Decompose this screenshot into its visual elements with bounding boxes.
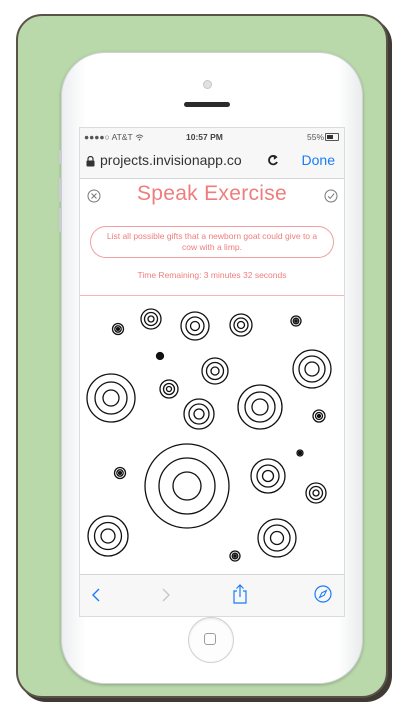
- battery-percent: 55%: [306, 132, 324, 142]
- reload-icon[interactable]: [267, 148, 279, 171]
- exercise-prompt: List all possible gifts that a newborn g…: [90, 226, 334, 258]
- carrier-label: ●●●●○ AT&T: [84, 132, 144, 142]
- browser-toolbar: [80, 574, 344, 616]
- front-camera: [203, 80, 212, 89]
- volume-up-button: [59, 178, 62, 202]
- done-button[interactable]: Done: [302, 152, 335, 168]
- back-icon[interactable]: [90, 587, 102, 608]
- mute-switch: [59, 150, 62, 164]
- home-button[interactable]: [188, 617, 234, 663]
- forward-icon[interactable]: [160, 587, 172, 608]
- earpiece-speaker: [184, 102, 230, 107]
- wifi-icon: [135, 132, 144, 142]
- phone-screen: ●●●●○ AT&T 10:57 PM 55% projects.invisio…: [79, 127, 345, 617]
- time-remaining: Time Remaining: 3 minutes 32 seconds: [137, 270, 287, 280]
- battery-icon: [325, 133, 339, 141]
- url-text: projects.invisionapp.co: [100, 152, 242, 168]
- home-square-icon: [204, 633, 216, 645]
- volume-down-button: [59, 208, 62, 232]
- lock-icon: [86, 155, 95, 166]
- status-time: 10:57 PM: [186, 132, 223, 142]
- confirm-icon[interactable]: [324, 189, 338, 208]
- address-field[interactable]: projects.invisionapp.co: [84, 148, 304, 172]
- share-icon[interactable]: [232, 584, 248, 609]
- page-title: Speak Exercise: [136, 182, 288, 205]
- exercise-header: Speak Exercise: [80, 181, 344, 213]
- concentric-circles-graphic: [86, 308, 332, 562]
- status-bar: ●●●●○ AT&T 10:57 PM 55%: [80, 128, 344, 144]
- prompt-text: List all possible gifts that a newborn g…: [106, 231, 318, 252]
- compass-icon[interactable]: [314, 585, 332, 608]
- browser-url-bar: projects.invisionapp.co Done: [80, 144, 344, 179]
